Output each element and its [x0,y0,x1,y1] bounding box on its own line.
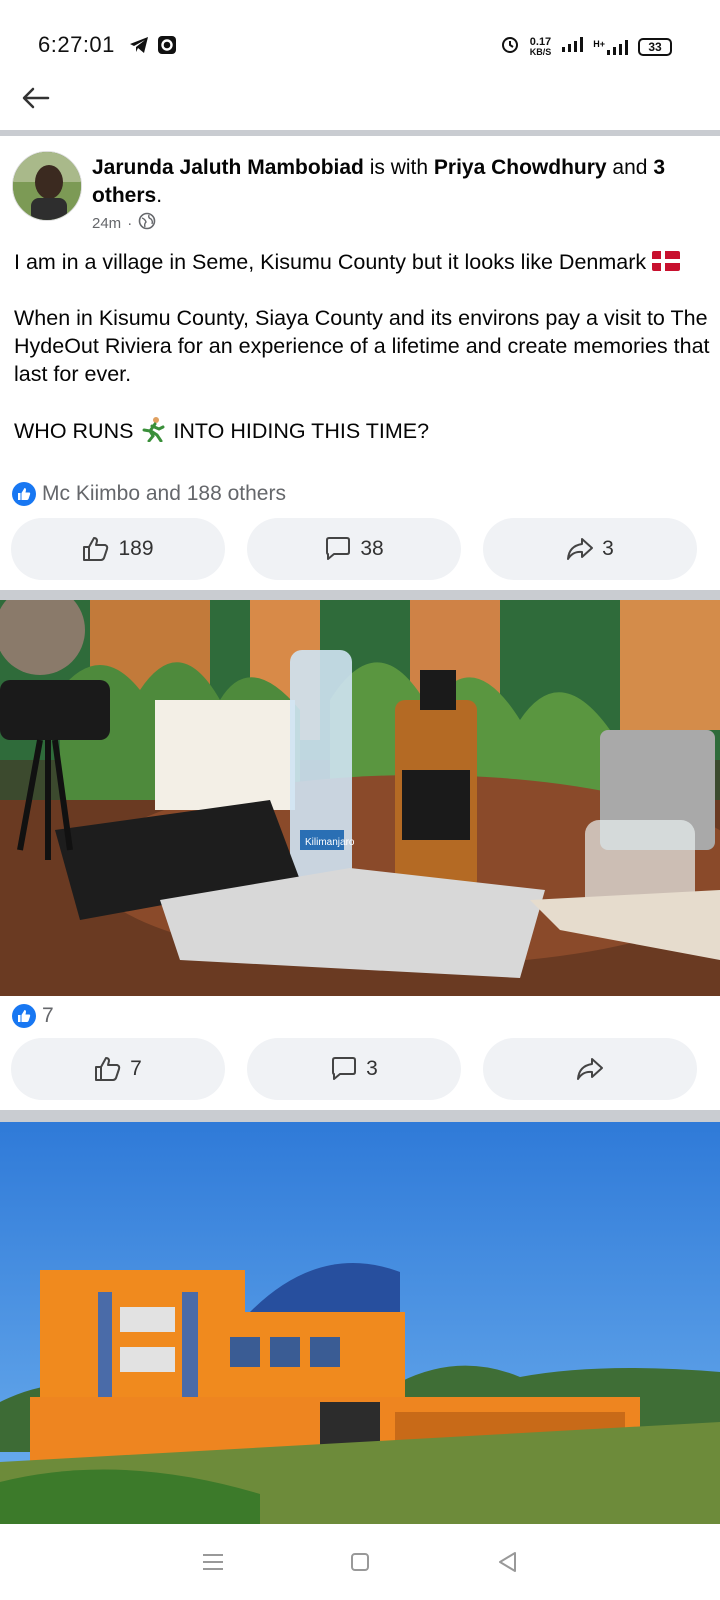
section-divider-2 [0,1110,720,1122]
globe-icon [138,212,156,234]
comment-icon [332,1057,357,1080]
signal-icon [561,36,584,57]
post-time[interactable]: 24m [92,215,121,232]
bottle-label-text: Kilimanjaro [305,837,355,848]
denmark-flag-icon [652,251,681,271]
status-right: 0.17 KB/S H+ 33 [500,34,672,59]
post-paragraph-1: I am in a village in Seme, Kisumu County… [14,248,714,276]
running-person-icon [139,416,167,449]
share-button[interactable]: 3 [483,518,697,580]
and-text: and [606,156,654,179]
paragraph-3b-text: INTO HIDING THIS TIME? [173,419,430,443]
menu-nav-button[interactable] [193,1542,233,1582]
system-nav-bar [0,1524,720,1600]
photo-reactions-summary[interactable]: 7 [12,1004,54,1028]
net-speed-value: 0.17 [529,35,552,48]
title-period: . [156,184,163,207]
photo-like-reaction-icon [12,1004,36,1028]
menu-icon [203,1554,224,1570]
meta-separator: · [127,214,133,232]
post-meta: 24m · [92,212,156,234]
section-divider-1 [0,590,720,600]
photo-like-count: 7 [130,1057,142,1080]
battery-icon: 33 [638,37,672,56]
paragraph-1-text: I am in a village in Seme, Kisumu County… [14,250,647,274]
post-paragraph-2: When in Kisumu County, Siaya County and … [14,306,710,386]
alarm-icon [500,34,520,59]
header-divider [0,130,720,136]
like-count: 189 [118,537,154,560]
thumbs-up-icon [95,1057,121,1081]
status-time: 6:27:01 [38,32,115,57]
like-button[interactable]: 189 [11,518,225,580]
post-photo-building[interactable] [0,1122,720,1524]
photo-share-button[interactable] [483,1038,697,1100]
photo-reaction-count: 7 [42,1004,54,1027]
status-bar: 6:27:01 0.17 KB/S H+ 33 [0,0,720,90]
net-speed: 0.17 KB/S [529,35,552,57]
share-icon [567,538,594,560]
thumbs-up-icon [83,537,109,561]
post-reactions-summary[interactable]: Mc Kiimbo and 188 others [12,482,286,506]
photo-like-button[interactable]: 7 [11,1038,225,1100]
square-home-icon [350,1553,369,1571]
back-button[interactable] [18,80,54,116]
photo-action-bar: 7 3 [11,1038,697,1100]
comment-icon [326,537,351,560]
paragraph-3a-text: WHO RUNS [14,419,134,443]
post-action-bar: 189 38 3 [11,518,697,580]
signal-2-icon [607,39,628,55]
share-count: 3 [602,537,614,560]
post-body: I am in a village in Seme, Kisumu County… [14,248,714,477]
post-photo-table[interactable]: Kilimanjaro [0,600,720,996]
like-reaction-icon [12,482,36,506]
share-icon [577,1058,603,1080]
signal-2-group: H+ [593,39,628,55]
reactions-summary-text: Mc Kiimbo and 188 others [42,482,286,505]
with-text: is with [363,156,434,179]
photo-comment-count: 3 [366,1057,378,1080]
telegram-icon [128,34,150,61]
post-title: Jarunda Jaluth Mambobiad is with Priya C… [92,154,702,210]
battery-level: 33 [648,39,662,54]
arrow-left-icon [22,87,50,109]
net-speed-unit: KB/S [529,46,552,57]
network-type: H+ [593,38,605,49]
triangle-back-icon [498,1552,516,1572]
comment-count: 38 [360,537,384,560]
author-name-link[interactable]: Jarunda Jaluth Mambobiad [92,156,364,179]
post-paragraph-3: WHO RUNS INTO HIDING THIS TIME? [14,416,714,449]
back-nav-button[interactable] [487,1542,527,1582]
author-avatar[interactable] [12,151,82,221]
tagged-person-link[interactable]: Priya Chowdhury [434,156,607,179]
photo-comment-button[interactable]: 3 [247,1038,461,1100]
app-notification-icon [156,34,178,61]
home-nav-button[interactable] [340,1542,380,1582]
comment-button[interactable]: 38 [247,518,461,580]
